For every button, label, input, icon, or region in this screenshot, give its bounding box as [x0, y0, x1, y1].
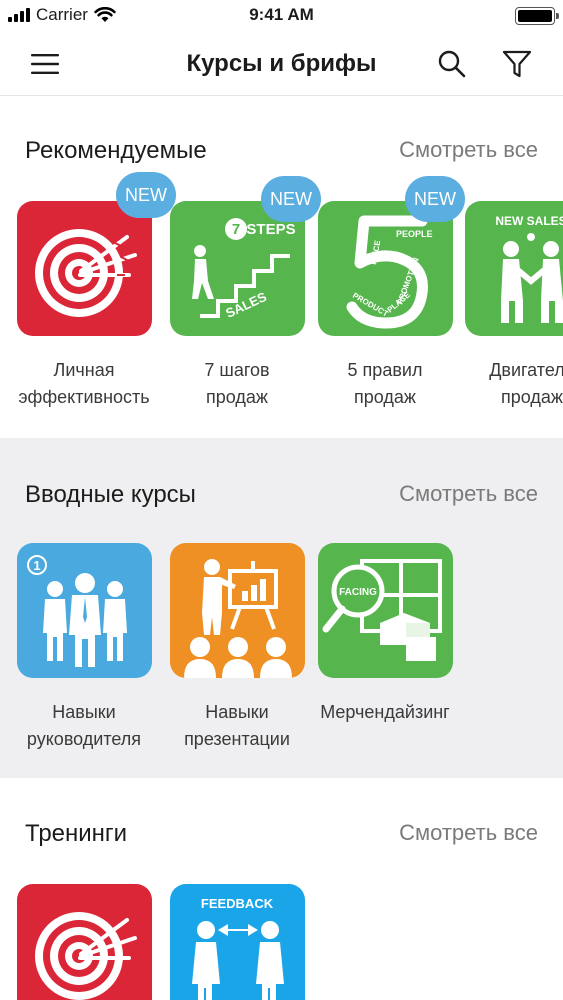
card-label-line-2: продаж — [206, 387, 268, 407]
filter-button[interactable] — [497, 44, 537, 84]
art-facing-text: FACING — [339, 587, 377, 598]
target-icon[interactable] — [17, 201, 152, 336]
card-label-line-1: Навыки — [52, 702, 116, 722]
card-label-line-2: эффективность — [18, 387, 150, 407]
status-time: 9:41 AM — [249, 5, 314, 24]
see-all-link[interactable]: Смотреть все — [399, 481, 538, 507]
section-title: Тренинги — [25, 820, 128, 847]
card-label-line-1: Мерчендайзинг — [320, 702, 450, 722]
card-label-line-1: Двигатели — [489, 360, 563, 380]
art-sales-text: SALES — [223, 289, 269, 321]
art-number-text: 1 — [33, 558, 40, 573]
card-label-line-2: презентации — [184, 729, 290, 749]
art-feedback-text: FEEDBACK — [201, 896, 274, 911]
art-steps-text: STEPS — [246, 221, 295, 238]
card-label-line-1: Навыки — [205, 702, 269, 722]
team-leader-icon[interactable]: 1 — [17, 543, 152, 678]
card-label-line-1: 5 правил — [347, 360, 423, 380]
merchandising-shelf-icon[interactable]: FACING — [318, 543, 453, 678]
feedback-icon[interactable]: FEEDBACK — [170, 884, 305, 1000]
svg-text:7: 7 — [232, 221, 240, 238]
filter-icon — [502, 50, 532, 78]
see-all-link[interactable]: Смотреть все — [399, 137, 538, 163]
new-badge: NEW — [116, 172, 176, 218]
battery-icon — [515, 7, 559, 25]
section-recommended: Рекомендуемые Смотреть все Личная эффект… — [0, 96, 563, 438]
art-new-sales-text: NEW SALES — [495, 214, 563, 228]
nav-bar: Курсы и брифы — [0, 30, 563, 96]
art-word-1: PEOPLE — [396, 229, 433, 239]
section-title: Вводные курсы — [25, 481, 196, 508]
card-label-line-1: Личная — [53, 360, 115, 380]
section-title: Рекомендуемые — [25, 137, 207, 164]
target-icon[interactable] — [17, 884, 152, 1000]
new-badge: NEW — [405, 176, 465, 222]
section-intro-courses: Вводные курсы Смотреть все 1 Навыки руко… — [0, 438, 563, 778]
page-title: Курсы и брифы — [186, 50, 377, 77]
search-button[interactable] — [432, 44, 472, 84]
see-all-link[interactable]: Смотреть все — [399, 820, 538, 846]
status-bar: Carrier 9:41 AM — [0, 0, 563, 30]
card-label-line-2: продаж — [501, 387, 563, 407]
search-icon — [438, 50, 466, 78]
card-label-line-2: продаж — [354, 387, 416, 407]
card-label-line-1: 7 шагов — [204, 360, 270, 380]
card-label-line-2: руководителя — [26, 729, 142, 749]
presentation-icon[interactable] — [170, 543, 305, 678]
section-trainings: Тренинги Смотреть все FEEDBACK — [0, 778, 563, 1000]
new-badge: NEW — [261, 176, 321, 222]
new-sales-handshake-icon[interactable]: NEW SALES — [465, 201, 563, 336]
